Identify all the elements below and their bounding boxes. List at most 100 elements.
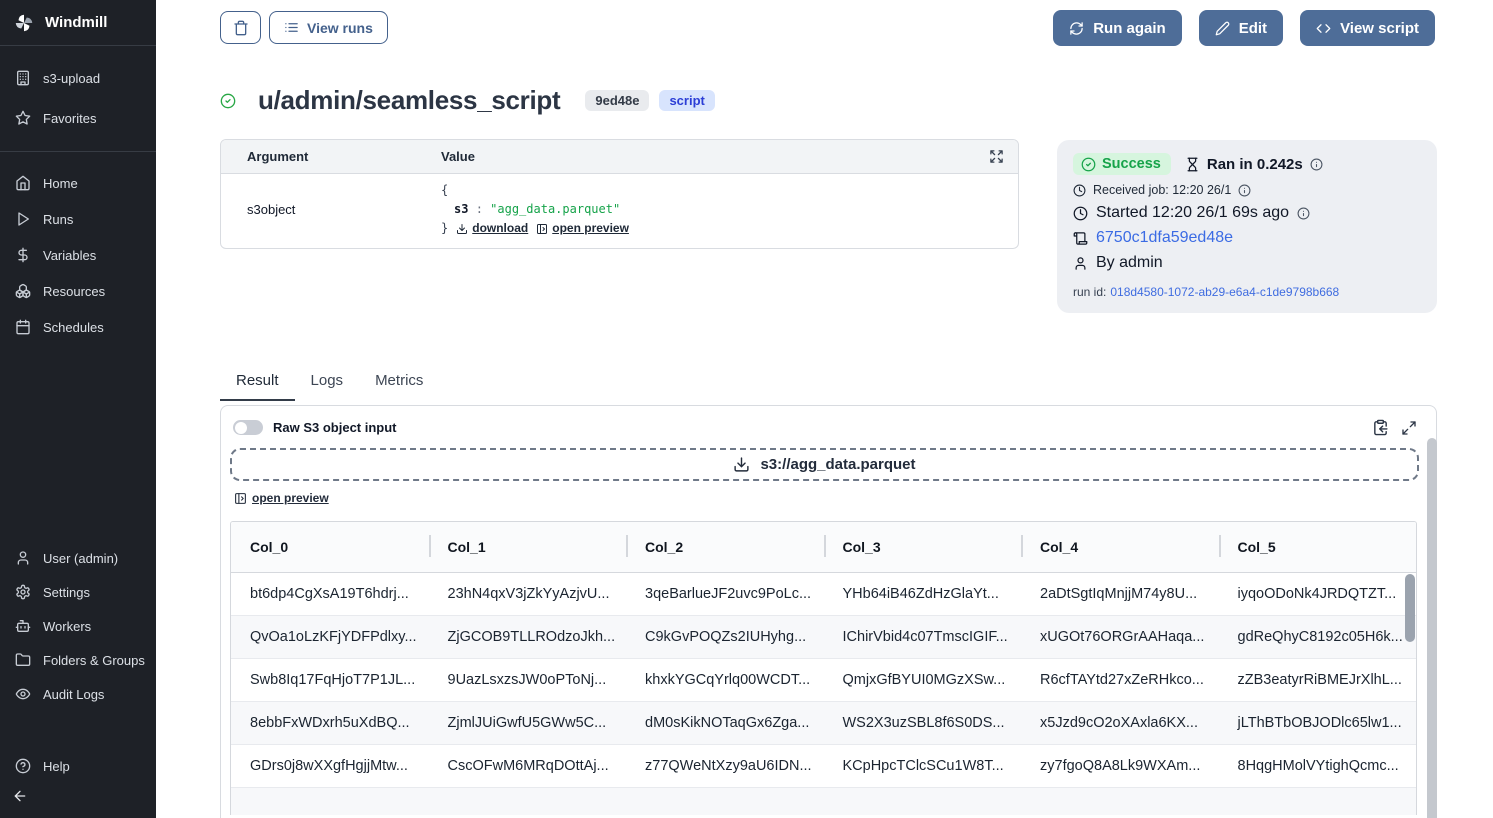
home-icon: [15, 175, 31, 191]
version-badge: 9ed48e: [585, 90, 649, 111]
sidebar-item-schedules[interactable]: Schedules: [0, 309, 156, 345]
edit-label: Edit: [1239, 20, 1267, 37]
raw-s3-toggle-label: Raw S3 object input: [273, 420, 397, 435]
status-row-main: Success Ran in 0.242s: [1073, 153, 1421, 175]
open-preview-icon: [536, 223, 548, 235]
user-icon: [1073, 256, 1088, 271]
started-label: Started 12:20 26/1 69s ago: [1096, 204, 1289, 222]
table-cell: YHb64iB46ZdHzGlaYt...: [824, 573, 1022, 615]
maximize-icon[interactable]: [1401, 420, 1417, 436]
run-id-link[interactable]: 018d4580-1072-ab29-e6a4-c1de9798b668: [1110, 285, 1339, 299]
sidebar-item-folders-groups[interactable]: Folders & Groups: [0, 643, 156, 677]
sidebar-item-label: s3-upload: [43, 71, 100, 86]
sidebar-item-workers[interactable]: Workers: [0, 609, 156, 643]
table-cell: WS2X3uzSBL8f6S0DS...: [824, 702, 1022, 744]
table-cell: GDrs0j8wXXgfHgjjMtw...: [231, 745, 429, 787]
brand[interactable]: Windmill: [0, 0, 156, 46]
open-preview-icon: [234, 492, 247, 505]
json-open-brace: {: [441, 181, 629, 200]
table-cell: QvOa1oLzKFjYDFPdlxy...: [231, 616, 429, 658]
raw-s3-toggle[interactable]: [233, 420, 263, 435]
sidebar-collapse-button[interactable]: [12, 788, 28, 804]
table-scrollbar[interactable]: [1405, 574, 1415, 642]
check-circle-icon: [220, 93, 236, 109]
tab-metrics[interactable]: Metrics: [359, 365, 439, 401]
table-cell: gdReQhyC8192c05H6k...: [1219, 616, 1417, 658]
sidebar-item-label: Audit Logs: [43, 687, 104, 702]
table-cell: bt6dp4CgXsA19T6hdrj...: [231, 573, 429, 615]
refresh-icon: [1069, 21, 1084, 36]
title-row: u/admin/seamless_script 9ed48e script: [220, 85, 715, 116]
windmill-logo-icon: [13, 12, 35, 34]
table-cell: R6cfTAYtd27xZeRHkco...: [1021, 659, 1219, 701]
result-tabs: Result Logs Metrics: [220, 365, 439, 401]
sidebar: Windmill s3-upload Favorites Home Runs: [0, 0, 156, 818]
table-cell: iyqoODoNk4JRDQTZT...: [1219, 573, 1417, 615]
sidebar-item-help[interactable]: Help: [0, 749, 156, 783]
table-cell: ZjmlJUiGwfU5GWw5C...: [429, 702, 627, 744]
json-string-value: "agg_data.parquet": [490, 202, 620, 216]
clipboard-copy-icon[interactable]: [1372, 419, 1389, 436]
status-row-job: 6750c1dfa59ed48e: [1073, 229, 1421, 247]
table-cell: x5Jzd9cO2oXAxla6KX...: [1021, 702, 1219, 744]
table-cell: 3qeBarlueJF2uvc9PoLc...: [626, 573, 824, 615]
open-preview-link[interactable]: open preview: [234, 491, 329, 505]
status-row-by: By admin: [1073, 254, 1421, 272]
table-cell: xUGOt76ORGrAAHaqa...: [1021, 616, 1219, 658]
check-circle-icon: [1081, 157, 1096, 172]
tab-result[interactable]: Result: [220, 365, 295, 401]
info-icon[interactable]: [1297, 207, 1310, 220]
table-row: bt6dp4CgXsA19T6hdrj... 23hN4qxV3jZkYyAzj…: [231, 573, 1416, 616]
json-colon: :: [476, 202, 483, 216]
sidebar-item-settings[interactable]: Settings: [0, 575, 156, 609]
robot-icon: [15, 618, 31, 634]
sidebar-admin-group: User (admin) Settings Workers Folders & …: [0, 541, 156, 711]
expand-icon[interactable]: [989, 149, 1004, 164]
edit-button[interactable]: Edit: [1199, 10, 1283, 46]
runtime-label: Ran in 0.242s: [1207, 156, 1303, 173]
sidebar-item-user[interactable]: User (admin): [0, 541, 156, 575]
data-table-header: Col_0 Col_1 Col_2 Col_3 Col_4 Col_5: [231, 522, 1416, 573]
download-link[interactable]: download: [456, 219, 528, 238]
sidebar-item-runs[interactable]: Runs: [0, 201, 156, 237]
sidebar-item-label: User (admin): [43, 551, 118, 566]
table-cell: CscOFwM6MRqDOttAj...: [429, 745, 627, 787]
sidebar-item-resources[interactable]: Resources: [0, 273, 156, 309]
column-header-col2: Col_2: [626, 522, 824, 572]
view-script-button[interactable]: View script: [1300, 10, 1435, 46]
dollar-icon: [15, 247, 31, 263]
sidebar-item-label: Help: [43, 759, 70, 774]
sidebar-item-label: Favorites: [43, 111, 96, 126]
table-cell: zZB3eatyrRiBMEJrXlhL...: [1219, 659, 1417, 701]
table-cell: khxkYGCqYrlq00WCDT...: [626, 659, 824, 701]
sidebar-item-home[interactable]: Home: [0, 165, 156, 201]
sidebar-item-favorites[interactable]: Favorites: [0, 98, 156, 138]
table-cell: 2aDtSgtIqMnjjM74y8U...: [1021, 573, 1219, 615]
s3-download-button[interactable]: s3://agg_data.parquet: [230, 448, 1419, 481]
view-runs-button[interactable]: View runs: [269, 11, 388, 44]
by-label: By admin: [1096, 254, 1163, 272]
column-header-col0: Col_0: [231, 522, 429, 572]
open-preview-link[interactable]: open preview: [536, 219, 629, 238]
sidebar-item-workspace[interactable]: s3-upload: [0, 58, 156, 98]
run-again-label: Run again: [1093, 20, 1166, 37]
tab-logs[interactable]: Logs: [295, 365, 360, 401]
delete-button[interactable]: [220, 11, 261, 44]
sidebar-item-variables[interactable]: Variables: [0, 237, 156, 273]
download-icon: [456, 223, 468, 235]
info-icon[interactable]: [1310, 158, 1323, 171]
sidebar-item-audit-logs[interactable]: Audit Logs: [0, 677, 156, 711]
panel-scrollbar[interactable]: [1427, 438, 1437, 818]
status-row-started: Started 12:20 26/1 69s ago: [1073, 204, 1421, 222]
eye-icon: [15, 686, 31, 702]
table-row: QvOa1oLzKFjYDFPdlxy... ZjGCOB9TLLROdzoJk…: [231, 616, 1416, 659]
job-hash-link[interactable]: 6750c1dfa59ed48e: [1096, 229, 1233, 247]
info-icon[interactable]: [1238, 184, 1251, 197]
table-row-partial: [231, 788, 1416, 815]
scroll-icon: [1073, 231, 1088, 246]
table-cell: IChirVbid4c07TmscIGIF...: [824, 616, 1022, 658]
arguments-table: Argument Value s3object { s3 : "agg_data…: [220, 139, 1019, 249]
s3-download-label: s3://agg_data.parquet: [760, 456, 915, 473]
run-again-button[interactable]: Run again: [1053, 10, 1182, 46]
arguments-table-header: Argument Value: [221, 140, 1018, 174]
